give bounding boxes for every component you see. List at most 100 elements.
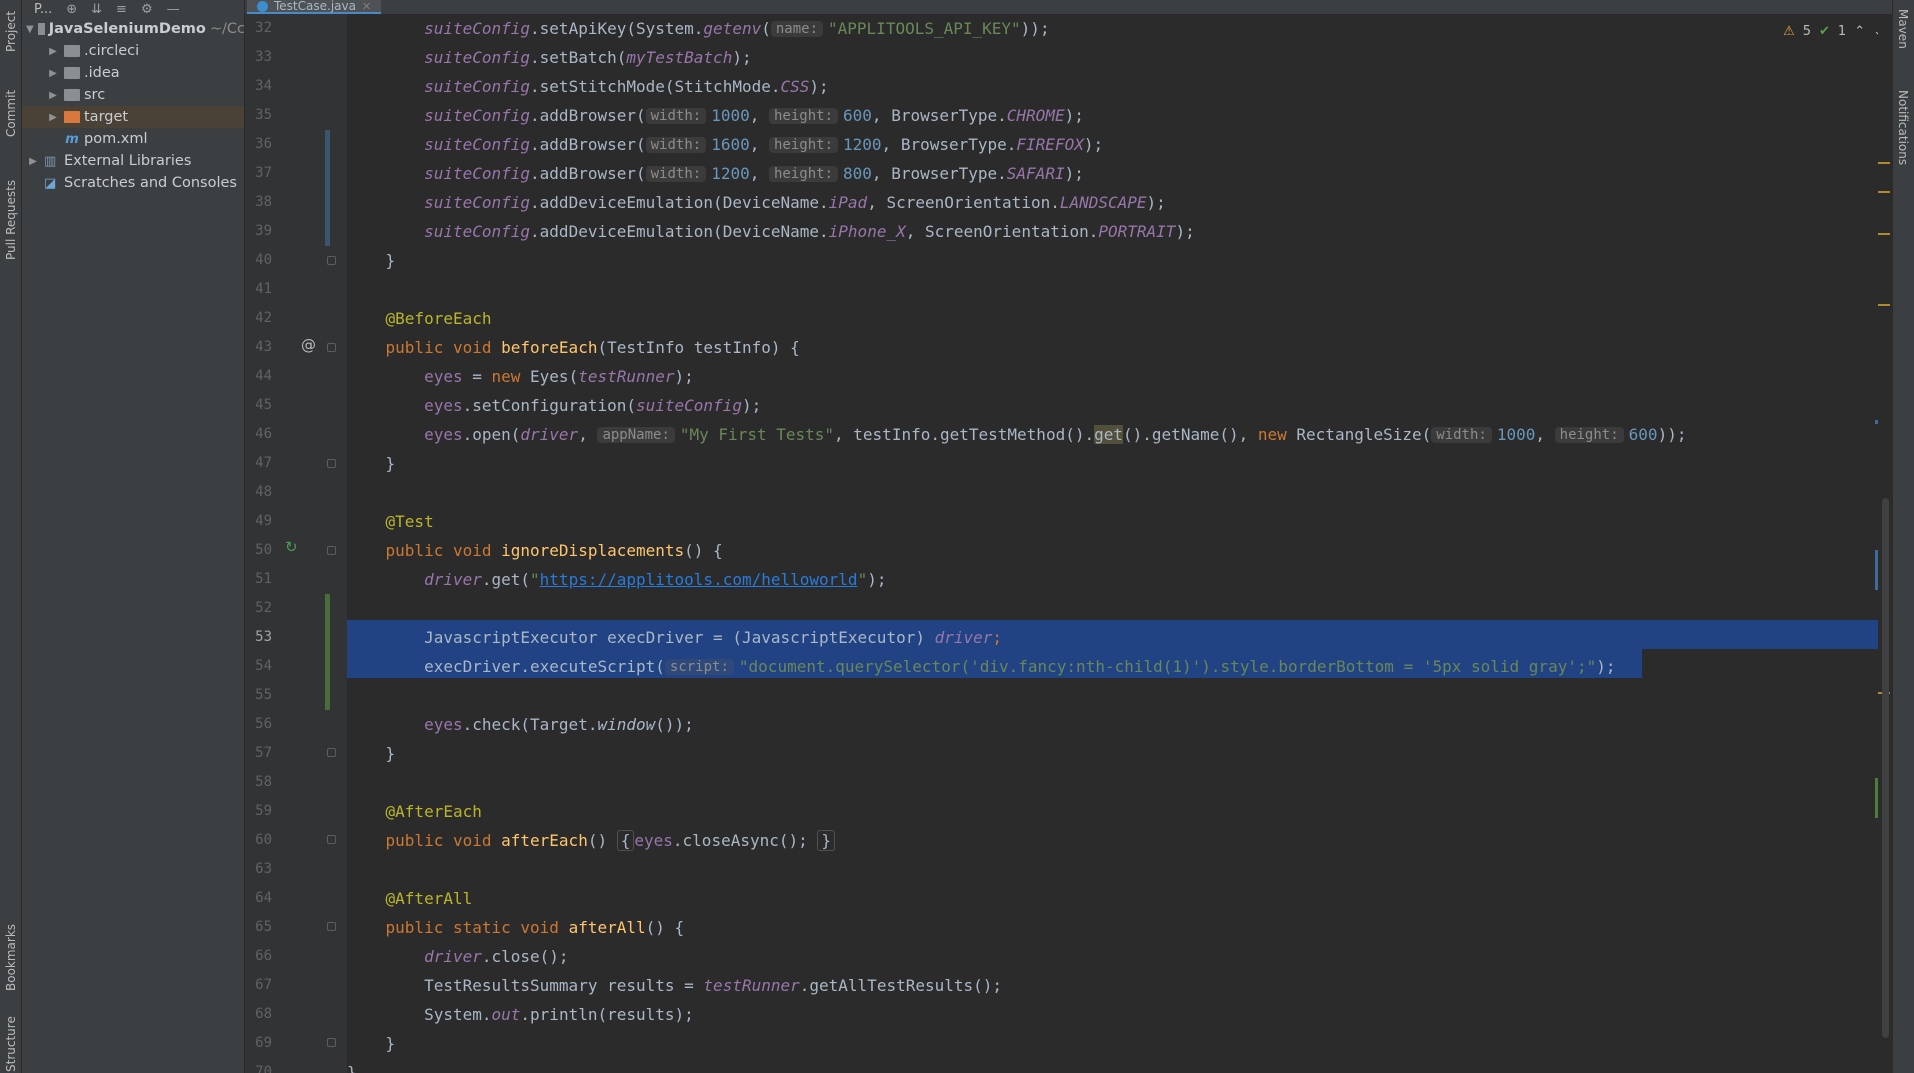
code-line-33[interactable]: suiteConfig .setBatch(myTestBatch); — [347, 43, 752, 72]
code-line-46[interactable]: eyes .open(driver, appName: "My First Test… — [347, 420, 1686, 449]
tab-testcase[interactable]: TestCase.java ✕ — [247, 0, 382, 14]
maven-tool-tab[interactable]: Maven — [1892, 0, 1914, 58]
chevron-up-icon[interactable]: ⌃ — [1854, 24, 1865, 39]
line-number: 63 — [255, 861, 272, 877]
line-number: 51 — [255, 571, 272, 587]
notifications-tool-tab[interactable]: Notifications — [1892, 78, 1914, 178]
change-marker[interactable] — [1875, 420, 1878, 424]
code-line-65[interactable]: public static void afterAll() { — [347, 913, 685, 942]
chevron-right-icon[interactable]: ▶ — [46, 46, 60, 57]
code-line-36[interactable]: suiteConfig .addBrowser( width: 1600, heig… — [347, 130, 1103, 159]
tree-item-pom[interactable]: m pom.xml — [22, 128, 244, 150]
fold-marker[interactable] — [327, 748, 336, 757]
code-token: ); — [1064, 106, 1084, 125]
code-line-68[interactable]: System. out .println(results); — [347, 1000, 694, 1029]
pull-requests-tool-tab[interactable]: Pull Requests — [0, 165, 22, 275]
line-number: 56 — [255, 716, 272, 732]
line-number: 44 — [255, 368, 272, 384]
code-token: Eyes( — [530, 367, 579, 386]
collapse-all-icon[interactable]: ≡ — [116, 2, 127, 17]
code-line-51[interactable]: driver .get(" https://applitools.com/hello… — [347, 565, 886, 594]
code-line-69[interactable]: } — [347, 1029, 396, 1058]
code-line-59[interactable]: @AfterEach — [347, 797, 482, 826]
code-line-37[interactable]: suiteConfig .addBrowser( width: 1200, heig… — [347, 159, 1084, 188]
code-line-56[interactable]: eyes .check(Target. window ()); — [347, 710, 694, 739]
code-line-32[interactable]: suiteConfig .setApiKey(System. getenv(name… — [347, 14, 1050, 43]
code-line-39[interactable]: suiteConfig .addDeviceEmulation(DeviceNam… — [347, 217, 1195, 246]
expand-all-icon[interactable]: ⇊ — [91, 2, 102, 17]
code-line-47[interactable]: } — [347, 449, 396, 478]
code-line-67[interactable]: TestResultsSummary results = testRunner.… — [347, 971, 1002, 1000]
code-token: " — [530, 570, 540, 589]
locate-icon[interactable]: ⊕ — [66, 2, 77, 17]
fold-marker[interactable] — [327, 835, 336, 844]
project-tool-tab[interactable]: Project — [0, 0, 22, 62]
project-view-title[interactable]: P... — [34, 2, 52, 17]
warning-marker[interactable] — [1878, 233, 1890, 235]
folded-brace[interactable]: } — [817, 830, 836, 851]
code-token: 1000 — [1496, 425, 1536, 444]
tree-item-circleci[interactable]: ▶ .circleci — [22, 40, 244, 62]
code-token: testRunner — [703, 976, 800, 995]
code-token: suiteConfig — [424, 48, 531, 67]
code-line-66[interactable]: driver .close(); — [347, 942, 569, 971]
chevron-right-icon[interactable]: ▶ — [46, 68, 60, 79]
tree-item-src[interactable]: ▶ src — [22, 84, 244, 106]
code-token: JavascriptExecutor execDriver = (Javascr… — [424, 628, 935, 647]
tree-item-idea[interactable]: ▶ .idea — [22, 62, 244, 84]
code-line-53[interactable]: JavascriptExecutor execDriver = (Javascr… — [347, 623, 1002, 652]
code-token: , BrowserType. — [881, 135, 1017, 154]
url-link[interactable]: https://applitools.com/helloworld — [540, 570, 858, 589]
annotation-at-icon[interactable]: @ — [301, 336, 316, 354]
code-line-70[interactable]: } — [347, 1058, 357, 1073]
module-folder-icon — [37, 23, 45, 35]
tree-item-scratches[interactable]: ◪ Scratches and Consoles — [22, 172, 244, 194]
code-line-64[interactable]: @AfterAll — [347, 884, 473, 913]
code-token: driver — [424, 947, 482, 966]
code-line-35[interactable]: suiteConfig .addBrowser( width: 1000, heig… — [347, 101, 1084, 130]
fold-marker[interactable] — [327, 546, 336, 555]
change-marker[interactable] — [1875, 778, 1878, 818]
code-line-60[interactable]: public void afterEach() { eyes .closeAsyn… — [347, 826, 836, 855]
code-line-40[interactable]: } — [347, 246, 396, 275]
fold-marker[interactable] — [327, 256, 336, 265]
fold-marker[interactable] — [327, 459, 336, 468]
code-line-57[interactable]: } — [347, 739, 396, 768]
close-icon[interactable]: ✕ — [362, 0, 371, 13]
code-line-44[interactable]: eyes = new Eyes(testRunner); — [347, 362, 694, 391]
tree-item-target[interactable]: ▶ target — [22, 106, 244, 128]
warning-marker[interactable] — [1878, 304, 1890, 306]
structure-tool-tab[interactable]: Structure — [0, 1015, 22, 1073]
code-line-43[interactable]: public void beforeEach (TestInfo testInfo… — [347, 333, 800, 362]
fold-marker[interactable] — [327, 343, 336, 352]
warning-marker[interactable] — [1878, 191, 1890, 193]
code-token: 1200 — [843, 135, 882, 154]
folder-icon — [64, 67, 80, 79]
tree-item-external-libraries[interactable]: ▶ ▥ External Libraries — [22, 150, 244, 172]
tree-item-root[interactable]: ▼ JavaSeleniumDemo ~/Cc — [22, 18, 244, 40]
folded-brace[interactable]: { — [616, 830, 635, 851]
hide-icon[interactable]: — — [167, 2, 180, 17]
warning-marker[interactable] — [1878, 162, 1890, 164]
code-line-34[interactable]: suiteConfig .setStitchMode(StitchMode. CSS… — [347, 72, 829, 101]
code-line-49[interactable]: @Test — [347, 507, 434, 536]
fold-marker[interactable] — [327, 1038, 336, 1047]
chevron-down-icon[interactable]: ▼ — [26, 24, 34, 35]
chevron-right-icon[interactable]: ▶ — [26, 156, 40, 167]
code-line-54[interactable]: execDriver.executeScript(script: "documen… — [347, 652, 1615, 681]
chevron-right-icon[interactable]: ▶ — [46, 90, 60, 101]
code-line-50[interactable]: public void ignoreDisplacements() { — [347, 536, 723, 565]
code-line-38[interactable]: suiteConfig .addDeviceEmulation(DeviceNam… — [347, 188, 1166, 217]
chevron-right-icon[interactable]: ▶ — [46, 112, 60, 123]
code-editor[interactable]: suiteConfig .setApiKey(System. getenv(name… — [347, 14, 1892, 1073]
code-line-42[interactable]: @BeforeEach — [347, 304, 492, 333]
change-marker[interactable] — [1875, 550, 1878, 590]
gear-icon[interactable]: ⚙ — [141, 2, 153, 17]
commit-tool-tab[interactable]: Commit — [0, 78, 22, 148]
vertical-scrollbar[interactable] — [1882, 498, 1889, 1038]
code-line-45[interactable]: eyes .setConfiguration(suiteConfig); — [347, 391, 761, 420]
problems-indicator[interactable]: ⚠ 5 ✔ 1 ⌃ ⌄ — [1783, 24, 1884, 39]
run-test-icon[interactable]: ↻ — [285, 538, 298, 556]
fold-marker[interactable] — [327, 922, 336, 931]
bookmarks-tool-tab[interactable]: Bookmarks — [0, 910, 22, 1005]
